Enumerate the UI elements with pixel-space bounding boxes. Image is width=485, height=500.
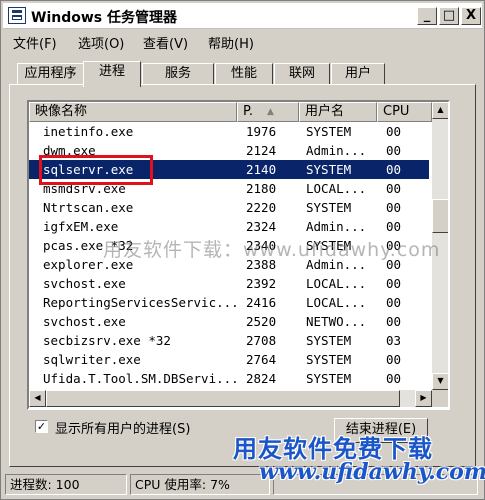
process-pid: 2520 <box>246 314 277 329</box>
process-user: LOCAL... <box>306 181 367 196</box>
tab-users[interactable]: 用户 <box>331 63 385 85</box>
scroll-down-arrow-icon[interactable]: ▼ <box>432 373 448 390</box>
process-user: NETWO... <box>306 314 367 329</box>
process-name: svchost.exe <box>43 314 126 329</box>
center-watermark: 用友软件下载：www.ufidawhy.com <box>103 239 441 261</box>
process-user: Admin... <box>306 143 367 158</box>
title-bar[interactable]: Windows 任务管理器 _ □ X <box>3 3 482 29</box>
tab-processes[interactable]: 进程 <box>83 61 141 87</box>
process-cpu: 00 <box>386 162 402 177</box>
close-button[interactable]: X <box>461 7 481 25</box>
scroll-right-arrow-icon[interactable]: ▶ <box>415 390 432 407</box>
process-name: inetinfo.exe <box>43 124 134 139</box>
maximize-button[interactable]: □ <box>439 7 459 25</box>
scrollbar-corner <box>432 390 448 407</box>
process-user: SYSTEM <box>306 162 352 177</box>
task-manager-window: Windows 任务管理器 _ □ X 文件(F) 选项(O) 查看(V) 帮助… <box>0 0 485 500</box>
table-row[interactable]: svchost.exe 2520 NETWO... 00 <box>29 312 429 331</box>
process-user: LOCAL... <box>306 295 367 310</box>
process-pid: 2824 <box>246 371 277 386</box>
table-row[interactable]: Ntrtscan.exe 2220 SYSTEM 00 <box>29 198 429 217</box>
process-cpu: 00 <box>386 352 402 367</box>
process-cpu: 00 <box>386 124 402 139</box>
tab-networking[interactable]: 联网 <box>274 63 330 85</box>
tab-services[interactable]: 服务 <box>142 63 214 85</box>
process-name: Ntrtscan.exe <box>43 200 134 215</box>
process-cpu: 00 <box>386 295 402 310</box>
horizontal-scrollbar[interactable]: ◀ ▶ <box>29 390 432 407</box>
menu-help[interactable]: 帮助(H) <box>208 33 254 52</box>
scroll-left-arrow-icon[interactable]: ◀ <box>29 390 46 407</box>
status-cpu-usage: CPU 使用率: 7% <box>130 474 270 495</box>
tab-applications[interactable]: 应用程序 <box>17 63 84 85</box>
list-header: 映像名称 P. ▲ 用户名 CPU <box>29 102 448 122</box>
sort-ascending-icon: ▲ <box>266 107 274 117</box>
column-cpu[interactable]: CPU <box>377 102 432 122</box>
window-title: Windows 任务管理器 <box>31 10 177 26</box>
tab-performance[interactable]: 性能 <box>215 63 273 85</box>
process-user: SYSTEM <box>306 124 352 139</box>
table-row[interactable]: inetinfo.exe 1976 SYSTEM 00 <box>29 122 429 141</box>
menu-options[interactable]: 选项(O) <box>78 33 124 52</box>
process-user: SYSTEM <box>306 371 352 386</box>
status-process-count: 进程数: 100 <box>5 474 127 495</box>
table-row[interactable]: ReportingServicesServic... 2416 LOCAL... 00 <box>29 293 429 312</box>
task-manager-icon <box>8 7 26 24</box>
process-cpu: 00 <box>386 181 402 196</box>
process-name: Ufida.T.Tool.SM.DBServi... <box>43 371 238 386</box>
process-cpu: 00 <box>386 200 402 215</box>
horizontal-scroll-thumb[interactable] <box>46 390 400 407</box>
column-user-name[interactable]: 用户名 <box>299 102 377 122</box>
process-user: SYSTEM <box>306 352 352 367</box>
menu-file[interactable]: 文件(F) <box>13 33 57 52</box>
process-pid: 1976 <box>246 124 277 139</box>
table-row[interactable]: Ufida.T.Tool.SM.DBServi... 2824 SYSTEM 00 <box>29 369 429 388</box>
table-row[interactable]: secbizsrv.exe *32 2708 SYSTEM 03 <box>29 331 429 350</box>
process-pid: 2324 <box>246 219 277 234</box>
table-row[interactable]: svchost.exe 2392 LOCAL... 00 <box>29 274 429 293</box>
process-name: svchost.exe <box>43 276 126 291</box>
process-pid: 2392 <box>246 276 277 291</box>
process-pid: 2764 <box>246 352 277 367</box>
menu-bar: 文件(F) 选项(O) 查看(V) 帮助(H) <box>3 30 482 52</box>
process-cpu: 00 <box>386 143 402 158</box>
process-pid: 2220 <box>246 200 277 215</box>
process-user: SYSTEM <box>306 333 352 348</box>
process-cpu: 03 <box>386 333 402 348</box>
table-row[interactable]: igfxEM.exe 2324 Admin... 00 <box>29 217 429 236</box>
process-cpu: 00 <box>386 371 402 386</box>
process-pid: 2124 <box>246 143 277 158</box>
process-name: igfxEM.exe <box>43 219 119 234</box>
process-name: ReportingServicesServic... <box>43 295 238 310</box>
process-cpu: 00 <box>386 276 402 291</box>
scroll-up-arrow-icon[interactable]: ▲ <box>432 102 448 119</box>
process-pid: 2140 <box>246 162 277 177</box>
vertical-scroll-thumb[interactable] <box>432 199 448 233</box>
table-row[interactable]: sqlwriter.exe 2764 SYSTEM 00 <box>29 350 429 369</box>
process-user: Admin... <box>306 219 367 234</box>
column-image-name[interactable]: 映像名称 <box>29 102 237 122</box>
process-user: LOCAL... <box>306 276 367 291</box>
process-name: secbizsrv.exe *32 <box>43 333 171 348</box>
process-pid: 2708 <box>246 333 277 348</box>
process-name: sqlwriter.exe <box>43 352 141 367</box>
process-user: SYSTEM <box>306 200 352 215</box>
process-pid: 2180 <box>246 181 277 196</box>
minimize-button[interactable]: _ <box>417 7 437 25</box>
show-all-users-label[interactable]: 显示所有用户的进程(S) <box>55 418 190 437</box>
annotation-highlight-box <box>39 155 153 185</box>
corner-watermark-url: www.ufidawhy.com <box>259 459 485 485</box>
process-cpu: 00 <box>386 314 402 329</box>
process-cpu: 00 <box>386 219 402 234</box>
menu-view[interactable]: 查看(V) <box>143 33 188 52</box>
process-pid: 2416 <box>246 295 277 310</box>
show-all-users-checkbox[interactable]: ✓ <box>35 420 48 433</box>
column-pid[interactable]: P. ▲ <box>237 102 299 122</box>
